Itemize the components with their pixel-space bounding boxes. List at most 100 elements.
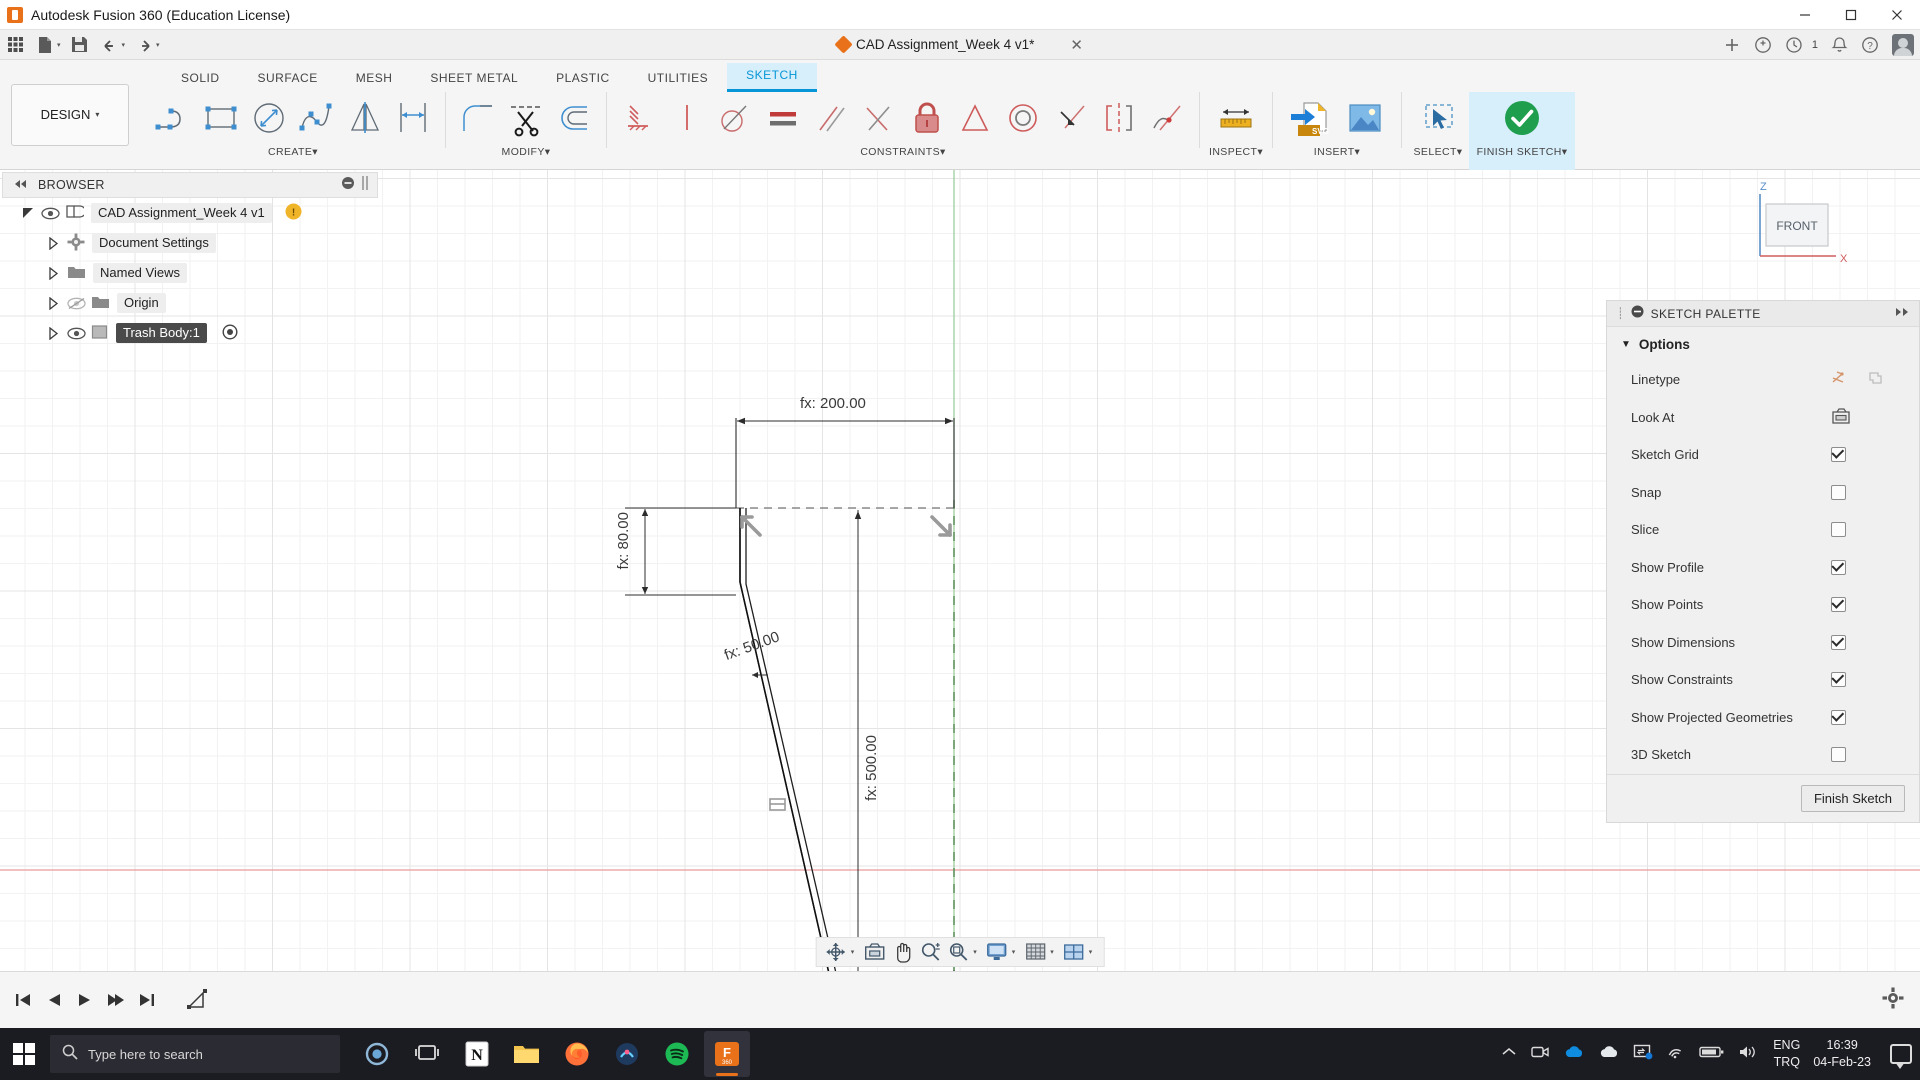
spline-icon[interactable]: [294, 95, 340, 141]
tab-solid[interactable]: SOLID: [162, 66, 239, 92]
finish-sketch-button[interactable]: Finish Sketch: [1800, 784, 1905, 812]
redo-caret[interactable]: ▾: [156, 41, 160, 49]
dimension-overall-height[interactable]: fx: 500.00: [863, 735, 880, 801]
tab-sketch[interactable]: SKETCH: [727, 63, 817, 92]
symmetry-icon[interactable]: [1096, 95, 1142, 141]
spotify-app[interactable]: [654, 1031, 700, 1077]
view-cube[interactable]: Z X FRONT: [1740, 178, 1860, 288]
equal-constraint-icon[interactable]: [760, 95, 806, 141]
help-extension-icon[interactable]: [1754, 36, 1772, 54]
palette-row-look-at[interactable]: Look At: [1607, 399, 1919, 437]
save-icon[interactable]: [65, 32, 95, 58]
document-close-icon[interactable]: ✕: [1070, 36, 1083, 54]
undo-caret[interactable]: ▾: [122, 41, 126, 49]
warning-badge-icon[interactable]: !: [285, 203, 302, 223]
grid-snaps-caret[interactable]: ▾: [1050, 948, 1054, 956]
new-document-caret[interactable]: ▾: [57, 41, 61, 49]
slice-checkbox[interactable]: [1831, 522, 1846, 538]
palette-row-slice[interactable]: Slice: [1607, 511, 1919, 549]
search-input[interactable]: Type here to search: [50, 1035, 340, 1073]
group-select-label[interactable]: SELECT▾: [1414, 146, 1463, 158]
step-back-icon[interactable]: [46, 992, 62, 1008]
tree-row-trash-body[interactable]: Trash Body:1: [0, 318, 380, 348]
tree-row-root[interactable]: CAD Assignment_Week 4 v1 !: [0, 198, 380, 228]
palette-row-show-constraints[interactable]: Show Constraints: [1607, 661, 1919, 699]
group-modify-label[interactable]: MODIFY▾: [502, 146, 551, 158]
show-dimensions-checkbox[interactable]: [1831, 634, 1846, 650]
linetype-centerline-icon[interactable]: [1867, 370, 1885, 389]
maximize-button[interactable]: [1828, 0, 1874, 30]
tree-row-document-settings[interactable]: Document Settings: [0, 228, 380, 258]
palette-row-show-points[interactable]: Show Points: [1607, 586, 1919, 624]
insert-image-icon[interactable]: [1338, 95, 1392, 141]
show-projected-geometries-checkbox[interactable]: [1831, 709, 1846, 725]
measure-ruler-icon[interactable]: [1209, 95, 1263, 141]
tree-label-origin[interactable]: Origin: [117, 293, 166, 313]
palette-collapse-icon[interactable]: [1631, 305, 1644, 323]
fit-icon[interactable]: [945, 940, 971, 964]
perpendicular-constraint-icon[interactable]: [664, 95, 710, 141]
fit-caret[interactable]: ▾: [973, 948, 977, 956]
tab-utilities[interactable]: UTILITIES: [629, 66, 728, 92]
battery-icon[interactable]: [1699, 1045, 1725, 1064]
account-avatar-icon[interactable]: [1892, 33, 1914, 56]
palette-row-3d-sketch[interactable]: 3D Sketch: [1607, 736, 1919, 774]
document-tab[interactable]: CAD Assignment_Week 4 v1* ✕: [834, 35, 1083, 54]
notion-app[interactable]: N: [454, 1031, 500, 1077]
tree-row-origin[interactable]: Origin: [0, 288, 380, 318]
settings-gear-icon[interactable]: [1882, 987, 1904, 1014]
palette-row-snap[interactable]: Snap: [1607, 474, 1919, 512]
linetype-construction-icon[interactable]: [1831, 370, 1851, 389]
palette-row-sketch-grid[interactable]: Sketch Grid: [1607, 436, 1919, 474]
firefox-app[interactable]: [554, 1031, 600, 1077]
show-hidden-icons-icon[interactable]: [1501, 1045, 1517, 1063]
expand-triangle-icon[interactable]: [22, 207, 34, 219]
insert-svg-icon[interactable]: SVG: [1282, 95, 1336, 141]
redo-icon[interactable]: [129, 32, 159, 58]
expand-triangle-icon[interactable]: [48, 326, 60, 341]
go-to-end-icon[interactable]: [138, 992, 156, 1008]
display-sync-icon[interactable]: [1633, 1044, 1653, 1065]
dimension-left-height[interactable]: fx: 80.00: [615, 512, 632, 570]
show-constraints-checkbox[interactable]: [1831, 672, 1846, 688]
volume-icon[interactable]: [1738, 1044, 1760, 1065]
close-button[interactable]: [1874, 0, 1920, 30]
finish-sketch-check-icon[interactable]: [1495, 95, 1549, 141]
snap-checkbox[interactable]: [1831, 484, 1846, 500]
step-forward-icon[interactable]: [106, 992, 124, 1008]
go-to-start-icon[interactable]: [14, 992, 32, 1008]
app-five[interactable]: [604, 1031, 650, 1077]
expand-triangle-icon[interactable]: [48, 236, 60, 251]
palette-expand-icon[interactable]: [1895, 307, 1911, 320]
visibility-eye-icon[interactable]: [41, 207, 60, 220]
look-at-icon[interactable]: [1831, 407, 1851, 428]
onedrive-blue-icon[interactable]: [1563, 1044, 1585, 1064]
tree-row-named-views[interactable]: Named Views: [0, 258, 380, 288]
camera-icon[interactable]: [1530, 1044, 1550, 1065]
group-inspect-label[interactable]: INSPECT▾: [1209, 146, 1263, 158]
circle-icon[interactable]: [246, 95, 292, 141]
sketch-feature-icon[interactable]: [186, 987, 212, 1013]
undo-icon[interactable]: [95, 32, 125, 58]
perpendicular-cross-icon[interactable]: [856, 95, 902, 141]
tree-label-document-settings[interactable]: Document Settings: [92, 233, 216, 253]
tab-surface[interactable]: SURFACE: [239, 66, 337, 92]
file-explorer-app[interactable]: [504, 1031, 550, 1077]
fillet-icon[interactable]: [455, 95, 501, 141]
3d-sketch-checkbox[interactable]: [1831, 747, 1846, 763]
palette-row-show-projected-geometries[interactable]: Show Projected Geometries: [1607, 699, 1919, 737]
action-center-icon[interactable]: [1890, 1044, 1912, 1069]
add-tab-button[interactable]: [1723, 36, 1741, 54]
zoom-icon[interactable]: [917, 940, 943, 964]
focus-dot-icon[interactable]: [222, 323, 238, 343]
group-constraints-label[interactable]: CONSTRAINTS▾: [860, 146, 945, 158]
new-document-icon[interactable]: [30, 32, 60, 58]
dock-icon[interactable]: [361, 175, 371, 196]
clock[interactable]: 16:39 04-Feb-23: [1813, 1037, 1871, 1071]
palette-dock-icon[interactable]: ┊: [1617, 307, 1624, 320]
palette-row-show-profile[interactable]: Show Profile: [1607, 549, 1919, 587]
minimize-icon[interactable]: [341, 176, 355, 195]
group-create-label[interactable]: CREATE▾: [268, 146, 318, 158]
tab-plastic[interactable]: PLASTIC: [537, 66, 629, 92]
tree-label-root[interactable]: CAD Assignment_Week 4 v1: [91, 203, 272, 223]
